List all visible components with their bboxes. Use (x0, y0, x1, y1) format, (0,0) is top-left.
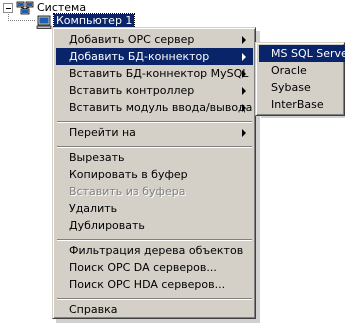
submenu-arrow-icon (242, 104, 246, 112)
db-connector-submenu: MS SQL Server Oracle Sybase InterBase (255, 42, 345, 116)
submenu-arrow-icon (242, 36, 246, 44)
menu-item-label: Вставить БД-коннектор MySQL (69, 67, 249, 80)
submenu-item-sybase[interactable]: Sybase (259, 79, 345, 96)
submenu-arrow-icon (242, 87, 246, 95)
collapse-toggle-icon[interactable] (3, 3, 13, 13)
menu-item-find-opc-da[interactable]: Поиск OPC DA серверов... (56, 259, 253, 276)
menu-item-label: Добавить OPC сервер (69, 33, 195, 46)
menu-item-copy[interactable]: Копировать в буфер (56, 166, 253, 183)
menu-separator (57, 146, 252, 148)
menu-item-label: Поиск OPC DA серверов... (69, 261, 217, 274)
menu-item-label: Добавить БД-коннектор (69, 50, 210, 63)
menu-item-find-opc-hda[interactable]: Поиск OPC HDA серверов... (56, 276, 253, 293)
menu-separator (57, 239, 252, 241)
menu-item-insert-mysql-connector[interactable]: Вставить БД-коннектор MySQL (56, 65, 253, 82)
menu-item-label: Удалить (69, 202, 118, 215)
submenu-item-label: Oracle (271, 64, 307, 77)
menu-item-label: Копировать в буфер (69, 168, 188, 181)
menu-item-insert-controller[interactable]: Вставить контроллер (56, 82, 253, 99)
submenu-item-interbase[interactable]: InterBase (259, 96, 345, 113)
menu-separator (57, 121, 252, 123)
tree-node-computer[interactable]: Компьютер 1 (52, 13, 136, 29)
menu-item-cut[interactable]: Вырезать (56, 149, 253, 166)
submenu-item-oracle[interactable]: Oracle (259, 62, 345, 79)
menu-item-add-opc-server[interactable]: Добавить OPC сервер (56, 31, 253, 48)
menu-item-delete[interactable]: Удалить (56, 200, 253, 217)
menu-item-label: Вставить контроллер (69, 84, 195, 97)
menu-item-label: Вырезать (69, 151, 125, 164)
computer-icon (36, 15, 52, 29)
menu-item-label: Дублировать (69, 219, 145, 232)
submenu-item-label: Sybase (271, 81, 311, 94)
menu-item-label: Перейти на (69, 126, 136, 139)
menu-item-go-to[interactable]: Перейти на (56, 124, 253, 141)
network-system-icon (16, 1, 34, 15)
menu-item-help[interactable]: Справка (56, 301, 253, 318)
menu-item-label: Вставить модуль ввода/вывода (69, 101, 253, 114)
tree-connector-line (8, 20, 35, 22)
menu-item-insert-io-module[interactable]: Вставить модуль ввода/вывода (56, 99, 253, 116)
menu-item-duplicate[interactable]: Дублировать (56, 217, 253, 234)
menu-item-label: Вставить из буфера (69, 185, 186, 198)
tree-node-system[interactable]: Система (37, 1, 86, 15)
menu-item-label: Поиск OPC HDA серверов... (69, 278, 226, 291)
submenu-item-ms-sql-server[interactable]: MS SQL Server (259, 45, 345, 62)
submenu-item-label: MS SQL Server (271, 47, 345, 60)
submenu-arrow-icon (242, 129, 246, 137)
submenu-arrow-icon (242, 53, 246, 61)
submenu-arrow-icon (242, 70, 246, 78)
menu-item-add-db-connector[interactable]: Добавить БД-коннектор (56, 48, 253, 65)
menu-separator (57, 298, 252, 300)
submenu-item-label: InterBase (271, 98, 324, 111)
menu-item-label: Справка (69, 303, 118, 316)
context-menu: Добавить OPC сервер Добавить БД-коннекто… (52, 27, 256, 319)
menu-item-paste: Вставить из буфера (56, 183, 253, 200)
menu-item-filter-tree[interactable]: Фильтрация дерева объектов (56, 242, 253, 259)
menu-item-label: Фильтрация дерева объектов (69, 244, 244, 257)
